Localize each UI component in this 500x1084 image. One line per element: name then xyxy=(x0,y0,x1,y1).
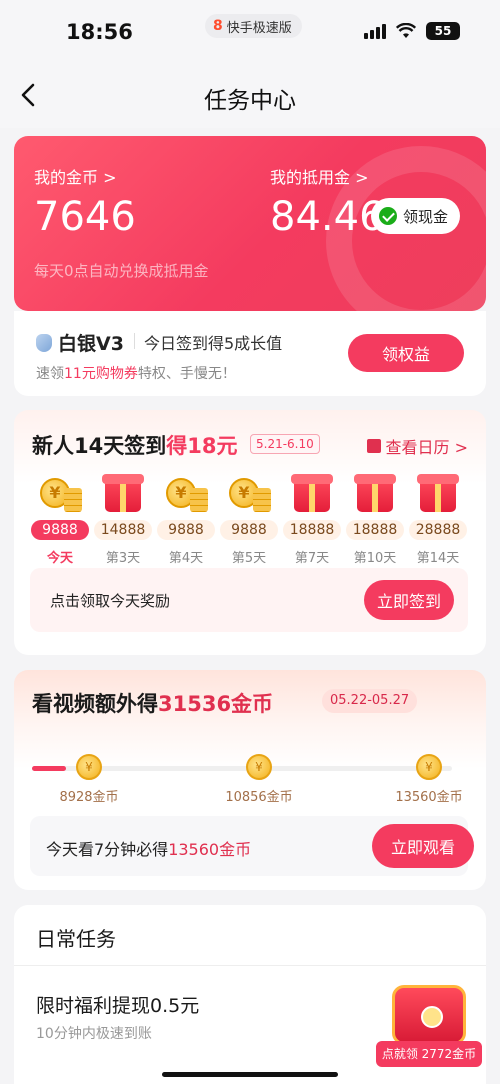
video-title-prefix: 看视频额外得 xyxy=(32,692,158,716)
shell-icon xyxy=(36,333,52,352)
signin-day[interactable]: 9888 第4天 xyxy=(156,472,216,566)
app-badge-label: 快手极速版 xyxy=(226,20,292,36)
claim-today-bar: 点击领取今天奖励 立即签到 xyxy=(30,568,468,632)
watch-highlight: 13560金币 xyxy=(168,840,252,859)
vip-level-label: 白银V3 xyxy=(58,333,124,355)
signin-day-label: 第3天 xyxy=(105,551,141,566)
status-icons: 55 xyxy=(364,22,460,40)
gift-box-icon xyxy=(417,474,459,512)
signin-day[interactable]: 9888 第5天 xyxy=(219,472,279,566)
signin-now-button[interactable]: 立即签到 xyxy=(364,580,454,620)
signin-day-amount: 28888 xyxy=(409,520,467,540)
daily-tasks-title: 日常任务 xyxy=(36,927,116,951)
gift-box-icon xyxy=(354,474,396,512)
signin-day-label: 第10天 xyxy=(353,551,397,566)
signin-title: 新人14天签到得18元 xyxy=(32,430,237,460)
signin-day-amount: 14888 xyxy=(94,520,152,540)
calendar-icon xyxy=(366,439,381,453)
signin-day-amount: 9888 xyxy=(157,520,215,540)
my-voucher-link[interactable]: 我的抵用金 > xyxy=(270,164,369,188)
claim-today-text: 点击领取今天奖励 xyxy=(50,592,171,610)
coin-stack-icon xyxy=(40,478,82,512)
signin-day-label: 第7天 xyxy=(294,551,330,566)
signin-title-highlight: 得18元 xyxy=(166,434,238,458)
auto-exchange-hint: 每天0点自动兑换成抵用金 xyxy=(34,262,209,280)
my-coins-link[interactable]: 我的金币 > xyxy=(34,164,117,188)
signin-day-label: 第4天 xyxy=(168,551,204,566)
task-reward-button[interactable]: 点就领 2772金币 xyxy=(374,979,484,1075)
watch-video-card: 看视频额外得31536金币 05.22-05.27 ¥ 8928金币 ¥ 108… xyxy=(14,670,486,890)
signin-day[interactable]: 18888 第10天 xyxy=(345,472,405,566)
vip-tip: 今日签到得5成长值 xyxy=(144,334,283,353)
vip-sub-highlight: 11元购物券 xyxy=(64,366,138,382)
my-coins-value: 7646 xyxy=(34,194,136,240)
task-title: 限时福利提现0.5元 xyxy=(36,995,200,1017)
video-title-highlight: 31536金币 xyxy=(158,692,274,716)
signin-day-amount: 18888 xyxy=(283,520,341,540)
signin-day[interactable]: 9888 今天 xyxy=(30,472,90,566)
milestone: ¥ 10856金币 xyxy=(214,754,304,805)
video-title: 看视频额外得31536金币 xyxy=(32,688,273,718)
daily-tasks-card: 日常任务 限时福利提现0.5元 10分钟内极速到账 点就领 2772金币 xyxy=(14,905,486,1084)
signin-card: 新人14天签到得18元 5.21-6.10 查看日历 > 9888 今天 148… xyxy=(14,410,486,655)
watch-reward-text: 今天看7分钟必得13560金币 xyxy=(46,836,251,860)
watch-reward-bar: 今天看7分钟必得13560金币 立即观看 xyxy=(30,816,474,876)
back-to-app-badge[interactable]: 8 快手极速版 xyxy=(205,14,302,38)
signin-day-amount: 9888 xyxy=(31,520,89,540)
withdraw-cash-label: 领现金 xyxy=(402,207,448,226)
milestone: ¥ 13560金币 xyxy=(384,754,474,805)
signin-day-label: 今天 xyxy=(46,551,73,566)
milestone-label: 8928金币 xyxy=(59,790,119,805)
signin-title-prefix: 新人14天签到 xyxy=(32,434,167,458)
status-bar: 18:56 8 快手极速版 55 xyxy=(0,0,500,64)
claim-rights-button[interactable]: 领权益 xyxy=(348,334,464,372)
signin-day-amount: 18888 xyxy=(346,520,404,540)
coin-icon: ¥ xyxy=(246,754,272,780)
wechat-check-icon xyxy=(378,207,397,225)
coin-stack-icon xyxy=(166,478,208,512)
coin-icon: ¥ xyxy=(416,754,442,780)
vip-level-card: 白银V3 今日签到得5成长值 速领11元购物券特权、手慢无！ 领权益 xyxy=(14,311,486,396)
vip-sub-suffix: 特权、手慢无！ xyxy=(137,366,236,382)
status-time: 18:56 xyxy=(66,20,133,44)
watch-prefix: 今天看7分钟必得 xyxy=(46,840,169,859)
vip-level-badge: 白银V3 xyxy=(36,329,124,356)
vip-subtitle: 速领11元购物券特权、手慢无！ xyxy=(36,363,236,383)
signal-icon xyxy=(364,23,386,39)
milestone-label: 13560金币 xyxy=(395,790,463,805)
gift-box-icon xyxy=(102,474,144,512)
divider xyxy=(14,965,486,966)
home-indicator[interactable] xyxy=(162,1072,338,1077)
battery-icon: 55 xyxy=(426,22,460,40)
view-calendar-label: 查看日历 > xyxy=(385,438,469,457)
vip-sub-prefix: 速领 xyxy=(36,366,64,382)
divider xyxy=(134,333,135,349)
signin-day[interactable]: 28888 第14天 xyxy=(408,472,468,566)
view-calendar-link[interactable]: 查看日历 > xyxy=(366,434,469,458)
signin-day-label: 第14天 xyxy=(416,551,460,566)
wifi-icon xyxy=(396,23,416,38)
withdraw-cash-button[interactable]: 领现金 xyxy=(370,198,460,234)
video-date-range: 05.22-05.27 xyxy=(322,689,418,713)
coin-stack-icon xyxy=(229,478,271,512)
task-subtitle: 10分钟内极速到账 xyxy=(36,1026,152,1042)
treasure-chest-icon xyxy=(392,985,466,1045)
signin-days: 9888 今天 14888 第3天 9888 第4天 9888 第5天 1888… xyxy=(30,472,470,566)
signin-day[interactable]: 14888 第3天 xyxy=(93,472,153,566)
app-logo-icon: 8 xyxy=(213,18,223,34)
milestone: ¥ 8928金币 xyxy=(44,754,134,805)
coin-summary-card: 我的金币 > 7646 我的抵用金 > 84.46 领现金 每天0点自动兑换成抵… xyxy=(14,136,486,311)
coin-icon: ¥ xyxy=(76,754,102,780)
my-voucher-value: 84.46 xyxy=(270,194,385,240)
signin-day-amount: 9888 xyxy=(220,520,278,540)
milestone-label: 10856金币 xyxy=(225,790,293,805)
signin-day-label: 第5天 xyxy=(231,551,267,566)
signin-date-range: 5.21-6.10 xyxy=(250,434,320,454)
nav-bar: 任务中心 xyxy=(0,64,500,128)
task-reward-label: 点就领 2772金币 xyxy=(376,1041,482,1067)
page-title: 任务中心 xyxy=(204,88,296,114)
watch-now-button[interactable]: 立即观看 xyxy=(372,824,474,868)
gift-box-icon xyxy=(291,474,333,512)
signin-day[interactable]: 18888 第7天 xyxy=(282,472,342,566)
